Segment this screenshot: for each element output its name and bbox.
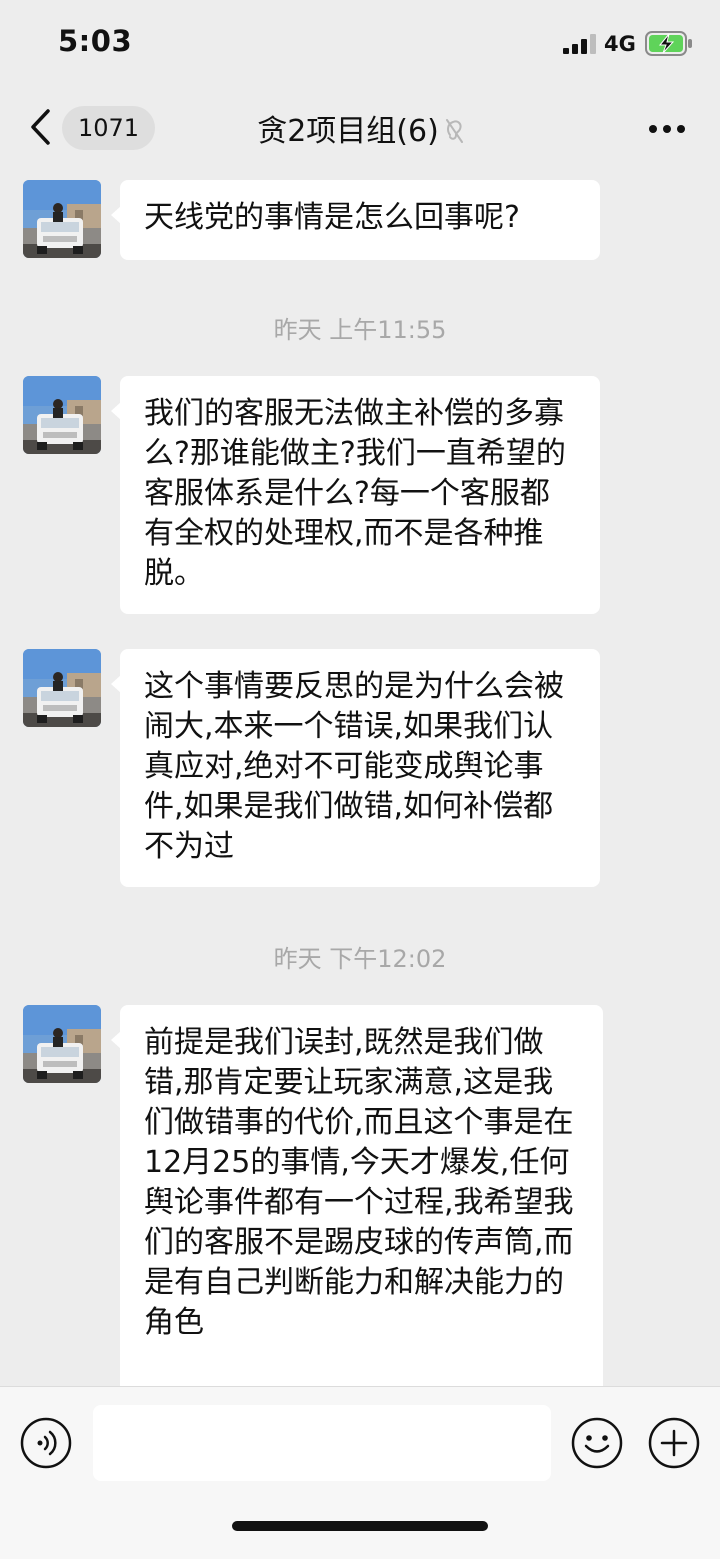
battery-charging-icon	[645, 31, 692, 56]
signal-icon	[563, 34, 596, 54]
message-timestamp: 昨天 下午12:02	[273, 945, 447, 973]
message-input[interactable]	[93, 1405, 551, 1481]
mute-ear-icon	[445, 119, 463, 143]
message-bubble[interactable]: 这个事情要反思的是为什么会被闹大,本来一个错误,如果我们认真应对,绝对不可能变成…	[111, 649, 600, 887]
network-type: 4G	[604, 32, 636, 56]
message-bubble[interactable]: 天线党的事情是怎么回事呢?	[111, 180, 600, 260]
message-text: 天线党的事情是怎么回事呢?	[144, 200, 520, 235]
chat-screen: 5:03 4G 1071 贪2项目组(6) 天线党的事情是怎么回事呢? 昨天 上…	[0, 0, 720, 1559]
nav-bar: 1071 贪2项目组(6)	[0, 88, 720, 170]
avatar[interactable]	[23, 180, 101, 258]
message-text: 这个事情要反思的是为什么会被闹大,本来一个错误,如果我们认真应对,绝对不可能变成…	[144, 669, 564, 864]
message-text: 我们的客服无法做主补偿的多寡么?那谁能做主?我们一直希望的客服体系是什么?每一个…	[144, 396, 566, 591]
message-text: 前提是我们误封,既然是我们做错,那肯定要让玩家满意,这是我们做错事的代价,而且这…	[144, 1025, 574, 1340]
message-timestamp: 昨天 上午11:55	[273, 316, 447, 344]
chat-title-area: 贪2项目组(6)	[0, 106, 720, 150]
home-indicator[interactable]	[232, 1521, 488, 1531]
avatar[interactable]	[23, 1005, 101, 1083]
message-bubble[interactable]: 我们的客服无法做主补偿的多寡么?那谁能做主?我们一直希望的客服体系是什么?每一个…	[111, 376, 600, 614]
status-bar: 5:03 4G	[0, 0, 720, 88]
input-bar	[0, 1386, 720, 1559]
voice-icon[interactable]	[20, 1417, 72, 1469]
more-dots-icon[interactable]	[648, 124, 686, 134]
avatar[interactable]	[23, 376, 101, 454]
emoji-icon[interactable]	[571, 1417, 623, 1469]
plus-icon[interactable]	[648, 1417, 700, 1469]
chat-title: 贪2项目组(6)	[257, 114, 439, 149]
avatar[interactable]	[23, 649, 101, 727]
message-bubble[interactable]: 前提是我们误封,既然是我们做错,那肯定要让玩家满意,这是我们做错事的代价,而且这…	[111, 1005, 603, 1405]
status-time: 5:03	[58, 24, 133, 58]
